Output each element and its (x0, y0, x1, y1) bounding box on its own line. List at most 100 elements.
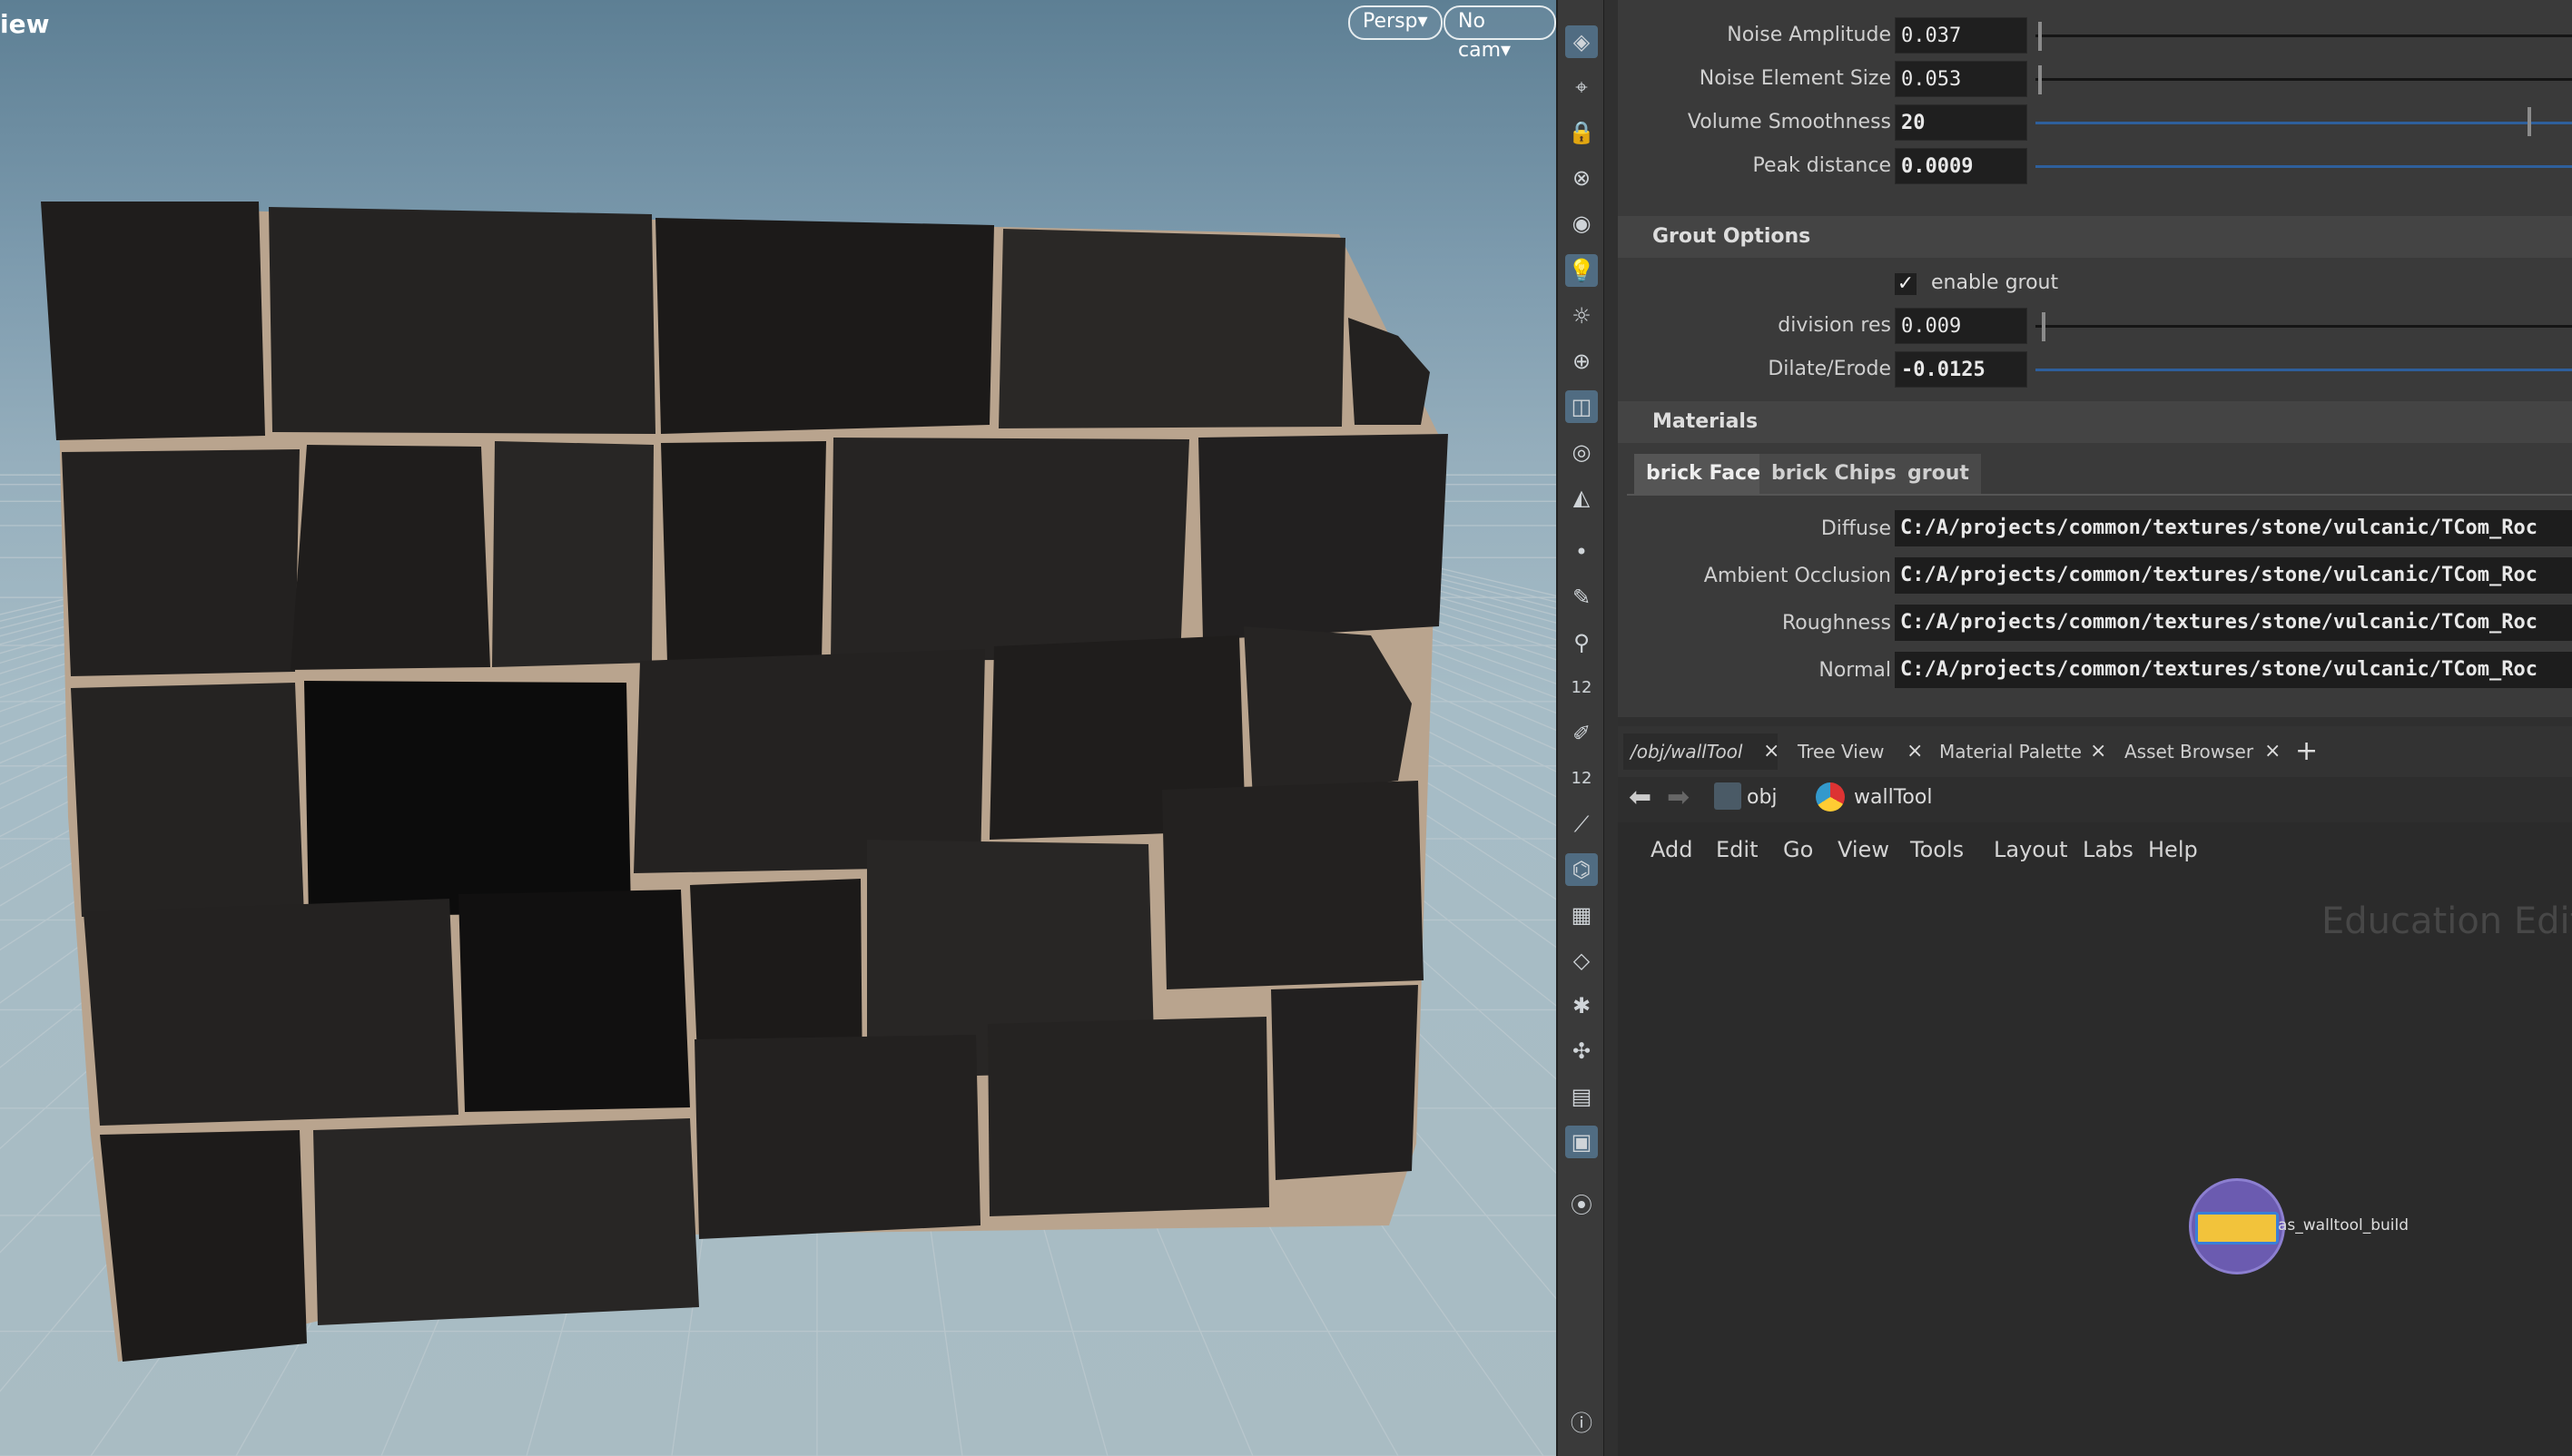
node-name-label: as_walltool_build (2278, 1216, 2409, 1235)
perspective-menu[interactable]: Persp▾ (1348, 5, 1443, 40)
tab-obj-walltool[interactable]: /obj/wallTool (1631, 733, 1742, 770)
chevron-down-icon: ▾ (1501, 39, 1512, 62)
viewport-toolbar: ◈ ⌖ 🔒 ⊗ ◉ 💡 ☼ ⊕ ◫ ◎ ◭ • ✎ ⚲ 12 ✐ 12 ⟋ ⌬ ▦ ◇ ✱ ✣ ▤ ▣ ⦿ ⓘ (1556, 0, 1605, 1456)
point-icon[interactable]: • (1565, 536, 1598, 568)
forward-arrow-icon[interactable]: ➡ (1667, 779, 1690, 817)
close-icon[interactable]: × (1763, 733, 1779, 770)
education-watermark: Education Editio (2321, 900, 2572, 942)
chevron-down-icon: ▾ (1417, 10, 1428, 33)
checker-icon[interactable]: ▦ (1565, 899, 1598, 931)
menu-help[interactable]: Help (2148, 837, 2198, 862)
menu-tools[interactable]: Tools (1910, 837, 1964, 862)
noise-element-size-field[interactable]: 0.053 (1895, 61, 2027, 97)
background-image-icon[interactable]: ▣ (1565, 1126, 1598, 1158)
lock-icon[interactable]: 🔒 (1565, 116, 1598, 149)
roughness-path-field[interactable]: C:/A/projects/common/textures/stone/vulc… (1895, 605, 2572, 641)
display-options-icon[interactable]: ◈ (1565, 25, 1598, 58)
division-res-slider[interactable] (2035, 325, 2572, 328)
stone-wall-model (41, 202, 1448, 1362)
tab-tree-view[interactable]: Tree View (1798, 733, 1885, 770)
division-res-label: division res (1778, 314, 1891, 337)
light-bulb-icon[interactable]: 💡 (1565, 254, 1598, 287)
volume-smoothness-field[interactable]: 20 (1895, 104, 2027, 141)
add-tab-icon[interactable]: + (2295, 733, 2318, 770)
normal-label: Normal (1818, 659, 1891, 682)
light-ambient-icon[interactable]: ☼ (1565, 300, 1598, 332)
parameter-pane: Noise Amplitude 0.037 Noise Element Size… (1618, 0, 2572, 726)
tab-brick-face[interactable]: brick Face (1634, 454, 1773, 494)
network-editor-pane: /obj/wallTool × Tree View × Material Pal… (1618, 726, 2572, 1456)
view-tool-icon[interactable]: ◭ (1565, 481, 1598, 514)
peak-distance-label: Peak distance (1752, 154, 1891, 177)
bone-icon[interactable]: ⟋ (1565, 808, 1598, 841)
noise-amplitude-label: Noise Amplitude (1727, 24, 1891, 46)
light-target-icon[interactable]: ⊕ (1565, 345, 1598, 378)
number-12-alt-icon[interactable]: 12 (1565, 762, 1598, 795)
draw-curve-icon[interactable]: ⌖ (1565, 71, 1598, 103)
volume-smoothness-label: Volume Smoothness (1687, 111, 1891, 133)
dilate-erode-slider[interactable] (2035, 369, 2572, 371)
volume-smoothness-slider[interactable] (2035, 122, 2572, 124)
division-res-field[interactable]: 0.009 (1895, 308, 2027, 344)
noise-amplitude-slider[interactable] (2035, 34, 2572, 37)
close-icon[interactable]: × (1907, 733, 1923, 770)
walltool-node-icon (1816, 782, 1845, 812)
view-camera-icon[interactable]: ◎ (1565, 436, 1598, 468)
tab-brick-chips[interactable]: brick Chips (1759, 454, 1908, 494)
pin-icon[interactable]: ⦿ (1565, 1189, 1598, 1222)
slider-handle[interactable] (2042, 312, 2045, 341)
roughness-label: Roughness (1781, 612, 1891, 635)
enable-grout-checkbox[interactable]: ✓ (1895, 273, 1917, 295)
handle-icon[interactable]: ✣ (1565, 1035, 1598, 1067)
menu-go[interactable]: Go (1783, 837, 1813, 862)
peak-distance-slider[interactable] (2035, 165, 2572, 168)
grout-options-header[interactable]: Grout Options (1618, 216, 2572, 258)
menu-edit[interactable]: Edit (1716, 837, 1758, 862)
tab-grout[interactable]: grout (1896, 454, 1981, 494)
ghost-icon[interactable]: ⊗ (1565, 162, 1598, 194)
grid-plane-icon[interactable]: ◇ (1565, 944, 1598, 977)
menu-view[interactable]: View (1838, 837, 1889, 862)
menu-add[interactable]: Add (1651, 837, 1692, 862)
breadcrumb-walltool[interactable]: wallTool (1854, 779, 1932, 817)
perspective-label: Persp (1363, 10, 1418, 33)
slider-handle[interactable] (2528, 107, 2531, 136)
close-icon[interactable]: × (2090, 733, 2106, 770)
ambient-occlusion-label: Ambient Occlusion (1703, 565, 1891, 587)
layer-icon[interactable]: ▤ (1565, 1080, 1598, 1113)
brush-icon[interactable]: ✎ (1565, 581, 1598, 614)
close-icon[interactable]: × (2264, 733, 2281, 770)
back-arrow-icon[interactable]: ⬅ (1629, 779, 1651, 817)
slider-handle[interactable] (2038, 65, 2042, 94)
tab-material-palette[interactable]: Material Palette (1939, 733, 2082, 770)
slider-handle[interactable] (2038, 22, 2042, 51)
viewport-title: iew (0, 9, 50, 39)
menu-layout[interactable]: Layout (1994, 837, 2068, 862)
diffuse-label: Diffuse (1820, 517, 1891, 540)
walltool-build-node[interactable] (2189, 1178, 2285, 1274)
info-icon[interactable]: ⓘ (1565, 1407, 1598, 1440)
normal-path-field[interactable]: C:/A/projects/common/textures/stone/vulc… (1895, 652, 2572, 688)
menu-labs[interactable]: Labs (2083, 837, 2133, 862)
pipette-icon[interactable]: ⚲ (1565, 626, 1598, 659)
breadcrumb-obj[interactable]: obj (1747, 779, 1778, 817)
peak-distance-field[interactable]: 0.0009 (1895, 148, 2027, 184)
tab-asset-browser[interactable]: Asset Browser (2124, 733, 2253, 770)
noise-amplitude-field[interactable]: 0.037 (1895, 17, 2027, 54)
materials-header[interactable]: Materials (1618, 401, 2572, 443)
noise-element-size-label: Noise Element Size (1699, 67, 1891, 90)
paint-icon[interactable]: ✐ (1565, 717, 1598, 750)
scene-viewport[interactable]: iew Persp▾ No cam▾ (0, 0, 1556, 1456)
render-sphere-icon[interactable]: ◉ (1565, 207, 1598, 240)
number-12-icon[interactable]: 12 (1565, 672, 1598, 704)
snap-icon[interactable]: ⌬ (1565, 853, 1598, 886)
pane-divider[interactable] (1618, 717, 2572, 726)
dilate-erode-field[interactable]: -0.0125 (1895, 351, 2027, 388)
diffuse-path-field[interactable]: C:/A/projects/common/textures/stone/vulc… (1895, 510, 2572, 546)
camera-icon[interactable]: ◫ (1565, 390, 1598, 423)
noise-element-size-slider[interactable] (2035, 78, 2572, 81)
camera-label: No cam (1458, 10, 1502, 62)
geometry-icon[interactable]: ✱ (1565, 989, 1598, 1022)
ambient-occlusion-path-field[interactable]: C:/A/projects/common/textures/stone/vulc… (1895, 557, 2572, 594)
camera-menu[interactable]: No cam▾ (1444, 5, 1556, 62)
